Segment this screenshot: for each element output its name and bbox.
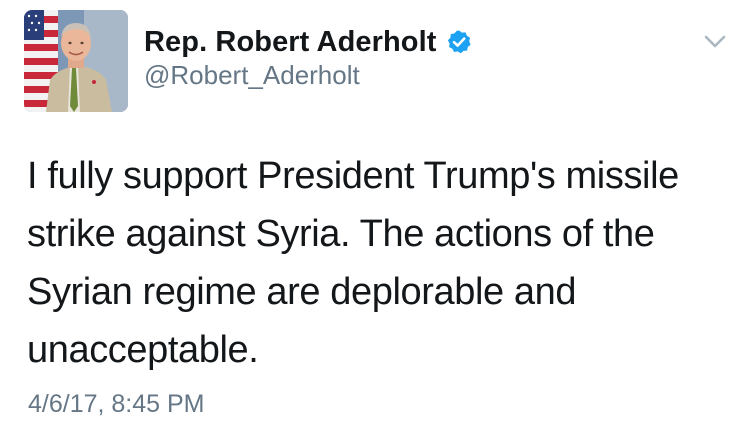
tweet-text: I fully support President Trump's missil… bbox=[27, 155, 679, 371]
profile-photo-icon bbox=[24, 10, 128, 112]
verified-badge-icon bbox=[446, 29, 472, 55]
user-handle[interactable]: @Robert_Aderholt bbox=[144, 60, 360, 91]
display-name-row: Rep. Robert Aderholt bbox=[144, 22, 472, 62]
tweet-card: Rep. Robert Aderholt @Robert_Aderholt I … bbox=[0, 0, 750, 440]
tweet-timestamp[interactable]: 4/6/17, 8:45 PM bbox=[28, 390, 205, 419]
more-options-button[interactable] bbox=[700, 28, 730, 56]
display-name[interactable]: Rep. Robert Aderholt bbox=[144, 26, 437, 59]
avatar[interactable] bbox=[24, 10, 128, 112]
chevron-down-icon bbox=[704, 35, 726, 48]
